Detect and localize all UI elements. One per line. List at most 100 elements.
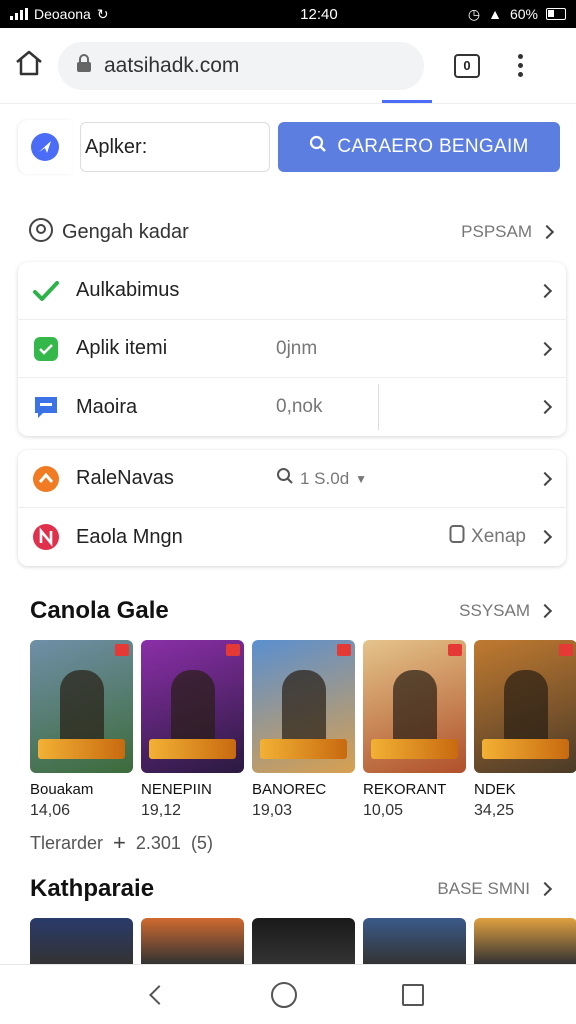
list-item-label: RaleNavas bbox=[76, 467, 174, 489]
search-button[interactable]: CARAERO BENGAIM bbox=[278, 122, 560, 172]
footer-count: 2.301 bbox=[135, 832, 181, 853]
game-logo-band bbox=[38, 739, 125, 759]
game-thumbnail[interactable] bbox=[252, 918, 355, 964]
more-menu-icon[interactable] bbox=[518, 54, 523, 77]
section-action[interactable]: PSPSAM bbox=[461, 222, 555, 242]
games-carousel[interactable]: Bouakam 14,06 NENEPIIN 19,12 BANOREC 19,03 REK… bbox=[30, 640, 576, 820]
status-bar: Deoaona ↻ 12:40 ◷ ▲ 60% bbox=[0, 0, 576, 28]
chat-icon bbox=[32, 393, 60, 421]
wifi-icon: ▲ bbox=[488, 6, 502, 22]
list-item-label: Aplik itemi bbox=[76, 337, 168, 359]
divider bbox=[378, 384, 379, 430]
support-icon bbox=[28, 217, 54, 248]
chevron-right-icon bbox=[537, 529, 553, 545]
character-figure bbox=[282, 670, 326, 750]
list-item-label: Eaola Mngn bbox=[76, 525, 183, 548]
list-item-meta: Xenap bbox=[276, 524, 540, 550]
list-item-meta[interactable]: 1 S.0d ▼ bbox=[276, 467, 540, 491]
plus-icon[interactable]: + bbox=[113, 830, 126, 856]
game-thumbnail[interactable] bbox=[363, 640, 466, 773]
chevron-right-icon bbox=[539, 224, 555, 240]
game-thumbnail[interactable] bbox=[141, 640, 244, 773]
app-icon bbox=[32, 335, 60, 363]
games-carousel-2[interactable] bbox=[30, 918, 576, 964]
game-thumbnail[interactable] bbox=[141, 918, 244, 964]
game-thumbnail[interactable] bbox=[252, 640, 355, 773]
games-footer: Tlerarder + 2.301 (5) bbox=[30, 830, 213, 856]
address-bar[interactable]: aatsihadk.com bbox=[58, 41, 424, 90]
home-icon[interactable] bbox=[14, 49, 44, 82]
game-name: Bouakam bbox=[30, 781, 94, 798]
games-section-header: Canola Gale SSYSAM bbox=[30, 594, 553, 628]
home-circle-icon[interactable] bbox=[270, 981, 297, 1008]
list-item-label: Maoira bbox=[76, 395, 138, 418]
recents-icon[interactable] bbox=[401, 983, 424, 1006]
games-section-2-header: Kathparaie BASE SMNI bbox=[30, 872, 553, 906]
games-section-action-label: SSYSAM bbox=[459, 601, 530, 620]
browser-toolbar: aatsihadk.com 0 bbox=[0, 28, 576, 104]
list-item[interactable]: Aulkabimus bbox=[18, 262, 566, 320]
games-section-action[interactable]: SSYSAM bbox=[459, 601, 553, 621]
game-thumbnail[interactable] bbox=[474, 918, 576, 964]
game-name: BANOREC bbox=[252, 781, 327, 798]
list-item[interactable]: Eaola Mngn Xenap bbox=[18, 508, 566, 566]
badge-icon bbox=[226, 644, 240, 656]
status-time: 12:40 bbox=[300, 5, 338, 23]
game-thumbnail[interactable] bbox=[363, 918, 466, 964]
list-item[interactable]: Maoira 0,nok bbox=[18, 378, 566, 436]
orange-app-icon bbox=[32, 465, 60, 493]
character-figure bbox=[60, 670, 104, 750]
game-thumbnail[interactable] bbox=[474, 640, 576, 773]
section-title: Gengah kadar bbox=[62, 220, 189, 243]
game-score: 19,12 bbox=[141, 802, 182, 819]
status-left: Deoaona ↻ bbox=[10, 6, 210, 23]
search-icon bbox=[276, 467, 294, 491]
game-thumbnail[interactable] bbox=[30, 918, 133, 964]
url-text: aatsihadk.com bbox=[104, 53, 240, 77]
list-card-1: Aulkabimus Aplik itemi 0jnm Maoira 0,nok bbox=[18, 262, 566, 436]
game-card[interactable]: Bouakam 14,06 bbox=[30, 640, 133, 820]
search-input[interactable]: Aplker: bbox=[80, 122, 270, 172]
signal-icon bbox=[10, 8, 28, 20]
games-section-2-title: Kathparaie bbox=[30, 875, 155, 902]
status-right: ◷ ▲ 60% bbox=[468, 6, 566, 23]
game-score: 34,25 bbox=[474, 802, 515, 819]
games-section-2-action-label: BASE SMNI bbox=[437, 879, 530, 898]
list-item[interactable]: RaleNavas 1 S.0d ▼ bbox=[18, 450, 566, 508]
list-card-2: RaleNavas 1 S.0d ▼ Eaola Mngn Xenap bbox=[18, 450, 566, 566]
back-icon[interactable] bbox=[149, 984, 170, 1005]
game-card[interactable]: NENEPIIN 19,12 bbox=[141, 640, 244, 820]
games-section-2-action[interactable]: BASE SMNI bbox=[437, 879, 553, 899]
carrier-name: Deoaona bbox=[34, 6, 91, 22]
game-logo-band bbox=[260, 739, 347, 759]
tab-switcher-button[interactable]: 0 bbox=[454, 53, 480, 78]
app-logo-icon bbox=[18, 120, 72, 174]
game-score: 10,05 bbox=[363, 802, 404, 819]
sync-icon: ↻ bbox=[96, 5, 109, 22]
games-section-title: Canola Gale bbox=[30, 597, 169, 624]
chevron-right-icon bbox=[537, 471, 553, 486]
alarm-icon: ◷ bbox=[467, 5, 481, 22]
badge-icon bbox=[448, 644, 462, 656]
game-card[interactable]: BANOREC 19,03 bbox=[252, 640, 355, 820]
chevron-right-icon bbox=[537, 881, 553, 897]
character-figure bbox=[171, 670, 215, 750]
section-header[interactable]: Gengah kadar PSPSAM bbox=[28, 214, 555, 250]
chevron-right-icon bbox=[537, 283, 553, 298]
game-card[interactable]: NDEK 34,25 bbox=[474, 640, 576, 820]
tab-indicator bbox=[382, 100, 432, 103]
chevron-right-icon bbox=[537, 399, 553, 415]
list-item-label: Aulkabimus bbox=[76, 279, 180, 301]
chevron-right-icon bbox=[537, 341, 553, 356]
clipboard-icon bbox=[449, 524, 465, 550]
game-name: REKORANT bbox=[363, 781, 447, 798]
badge-icon bbox=[559, 644, 573, 656]
battery-percent: 60% bbox=[509, 6, 538, 22]
game-score: 19,03 bbox=[252, 802, 293, 819]
game-card[interactable]: REKORANT 10,05 bbox=[363, 640, 466, 820]
game-thumbnail[interactable] bbox=[30, 640, 133, 773]
list-item[interactable]: Aplik itemi 0jnm bbox=[18, 320, 566, 378]
game-score: 14,06 bbox=[30, 802, 71, 819]
list-item-meta: 0jnm bbox=[276, 337, 318, 359]
character-figure bbox=[504, 670, 548, 750]
